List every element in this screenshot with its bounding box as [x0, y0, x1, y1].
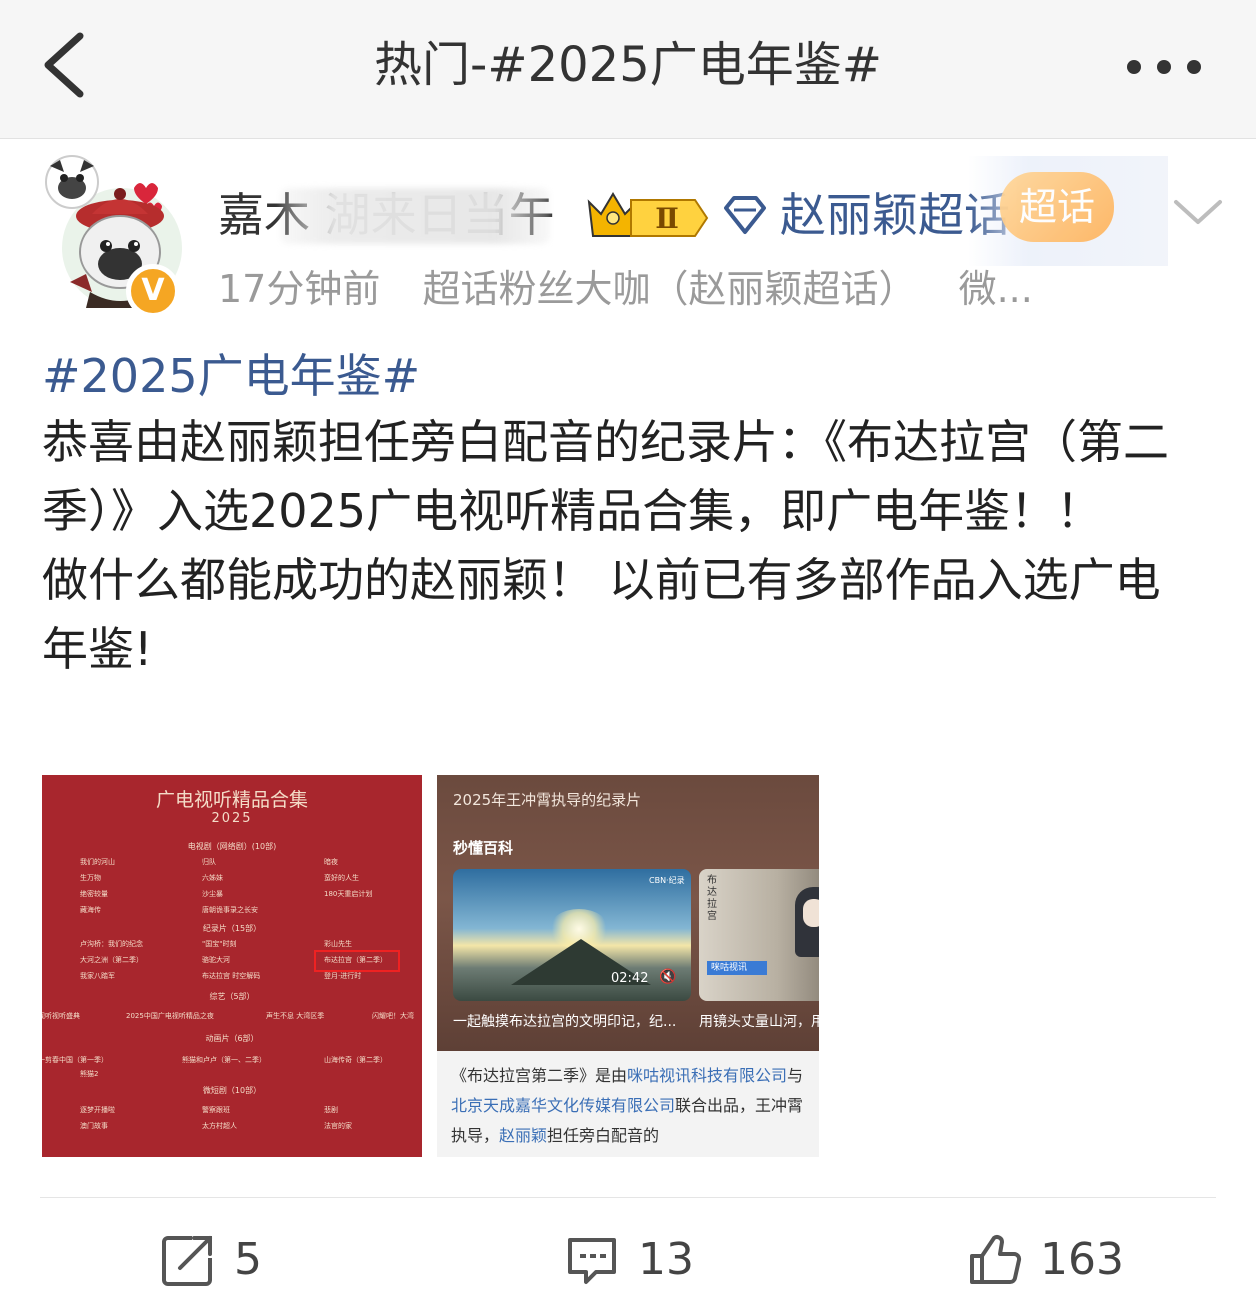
poster-item: 熊猫2: [80, 1070, 99, 1078]
crown-level-text: Ⅱ: [655, 202, 679, 235]
crown-level-badge-icon[interactable]: Ⅱ: [583, 184, 713, 246]
desc-text: 《布达拉宫第二季》是由: [451, 1066, 628, 1085]
poster-section: 电视剧（网络剧）(10部): [187, 842, 277, 851]
poster-item: 绝密较量: [80, 890, 108, 898]
poster-item: 声生不息 大湾区季: [266, 1012, 325, 1020]
poster-item: 逐梦开播啦: [80, 1106, 115, 1114]
poster-item: 布达拉宫 时空解码: [202, 972, 261, 980]
poster-item: 法官的家: [324, 1122, 352, 1130]
top-nav-bar: 热门-#2025广电年鉴#: [0, 0, 1256, 139]
poster-item: 熊猫和卢卢（第一、二季）: [182, 1056, 266, 1064]
video2-logo: 咪咕视讯: [707, 961, 767, 975]
poster-item: 山海传奇（第二季）: [324, 1056, 387, 1064]
post-paragraph: 做什么都能成功的赵丽颖！ 以前已有多部作品入选广电年鉴!: [42, 553, 1161, 676]
baike-subtitle: 2025年王冲霄执导的纪录片: [453, 791, 642, 809]
poster-item: 唐朝诡事录之长安: [202, 906, 258, 914]
footer-divider: [40, 1197, 1216, 1198]
comment-count: 13: [638, 1234, 694, 1285]
post-source[interactable]: 超话粉丝大咖（赵丽颖超话）: [422, 267, 916, 311]
desc-link: 北京天成嘉华文化传媒有限公司: [451, 1096, 676, 1115]
baike-header-bg: 2025年王冲霄执导的纪录片 秒懂百科 CBN·纪录 02:42 🔇 布达拉宫 …: [437, 775, 819, 1051]
video-duration: 02:42: [611, 971, 649, 986]
username-blur-mask: [280, 188, 550, 244]
post-paragraph: 恭喜由赵丽颖担任旁白配音的纪录片：《布达拉宫（第二季）》入选2025广电视听精品…: [42, 415, 1169, 538]
poster-item: 归队: [202, 858, 216, 866]
post-client: 微...: [958, 267, 1033, 311]
poster-item: 藏海传: [80, 906, 101, 914]
post-meta: 17分钟前 超话粉丝大咖（赵丽颖超话） 微...: [218, 262, 1063, 316]
poster-item: 蛮好的人生: [324, 874, 359, 882]
poster-item: 一剪春中国（第一季）: [42, 1056, 108, 1064]
poster-section: 动画片（6部）: [205, 1034, 259, 1043]
supertopic-tag: 超话: [1000, 172, 1114, 242]
poster-item: 六姊妹: [202, 874, 223, 882]
post-hashtag[interactable]: #2025广电年鉴#: [42, 346, 420, 406]
more-dots-icon[interactable]: [1122, 52, 1206, 82]
poster-item: 骆驼大河: [202, 956, 230, 964]
poster-item: 闪耀吧！大湾: [372, 1012, 414, 1020]
poster-title: 广电视听精品合集: [155, 789, 308, 811]
poster-item: 太方村超人: [202, 1122, 237, 1130]
desc-text: 与: [787, 1066, 804, 1085]
poster-item: 悲剧: [324, 1106, 338, 1114]
highlight-box: [314, 950, 400, 972]
comment-icon: [568, 1238, 616, 1284]
video-thumbnail[interactable]: 布达拉宫 咪咕视讯: [699, 869, 819, 1001]
poster-item: 澳门故事: [80, 1122, 108, 1130]
video-thumbnail[interactable]: CBN·纪录 02:42 🔇: [453, 869, 691, 1001]
poster-item: 我家八踏军: [80, 972, 115, 980]
mute-icon[interactable]: 🔇: [659, 969, 676, 985]
poster-item: 彩山先生: [324, 940, 352, 948]
poster-item: "国宝"时刻: [202, 940, 237, 948]
poster-item: 2025中国广电视听精品之夜: [126, 1012, 214, 1020]
poster-section: 微短剧（10部）: [202, 1086, 262, 1095]
post-time: 17分钟前: [218, 267, 381, 311]
poster-section: 纪录片（15部）: [202, 924, 262, 933]
baike-description: 《布达拉宫第二季》是由咪咕视讯科技有限公司与北京天成嘉华文化传媒有限公司联合出品…: [451, 1061, 807, 1151]
desc-link: 赵丽颖: [499, 1126, 548, 1145]
like-icon: [970, 1235, 1022, 1284]
poster-item: 生万物: [80, 874, 101, 882]
poster-year: 2025: [211, 811, 253, 826]
video-caption: 一起触摸布达拉宫的文明印记，纪...: [453, 1014, 677, 1030]
repost-icon: [162, 1236, 212, 1286]
poster-item: 沙尘暴: [202, 890, 223, 898]
desc-link: 咪咕视讯科技有限公司: [627, 1066, 788, 1085]
baike-kicker: 秒懂百科: [453, 839, 514, 857]
poster-item: 登月·进行时: [324, 972, 362, 980]
poster-item: 大河之洲（第二季）: [80, 956, 143, 964]
video-tag: CBN·纪录: [649, 876, 685, 885]
poster-item: 卢沟桥：我们的纪念: [80, 940, 143, 948]
diamond-icon: [724, 196, 766, 234]
poster-item: 警察跟班: [202, 1106, 230, 1114]
page-title: 热门-#2025广电年鉴#: [374, 37, 882, 93]
person-face: [803, 899, 819, 927]
repost-count: 5: [234, 1234, 262, 1285]
video2-title: 布达拉宫: [707, 875, 717, 922]
poster-section: 综艺（5部）: [209, 992, 255, 1001]
desc-text: 担任旁白配音的: [547, 1126, 660, 1145]
poster-item: 暗夜: [324, 858, 338, 866]
like-count: 163: [1040, 1234, 1124, 1285]
poster-item: 180天重启计划: [324, 890, 373, 898]
poster-item: 我们的河山: [80, 858, 115, 866]
verified-badge-icon: V: [126, 264, 180, 318]
post-image-baike[interactable]: 2025年王冲霄执导的纪录片 秒懂百科 CBN·纪录 02:42 🔇 布达拉宫 …: [437, 775, 819, 1157]
poster-item: 视听视听盛典: [42, 1012, 80, 1020]
post-image-poster[interactable]: 广电视听精品合集 2025 电视剧（网络剧）(10部) 我们的河山 归队 暗夜 生万…: [42, 775, 422, 1157]
post-text: 恭喜由赵丽颖担任旁白配音的纪录片：《布达拉宫（第二季）》入选2025广电视听精品…: [42, 408, 1202, 684]
chevron-down-icon[interactable]: [1172, 196, 1224, 228]
video-caption: 用镜头丈量山河，用: [699, 1014, 819, 1030]
